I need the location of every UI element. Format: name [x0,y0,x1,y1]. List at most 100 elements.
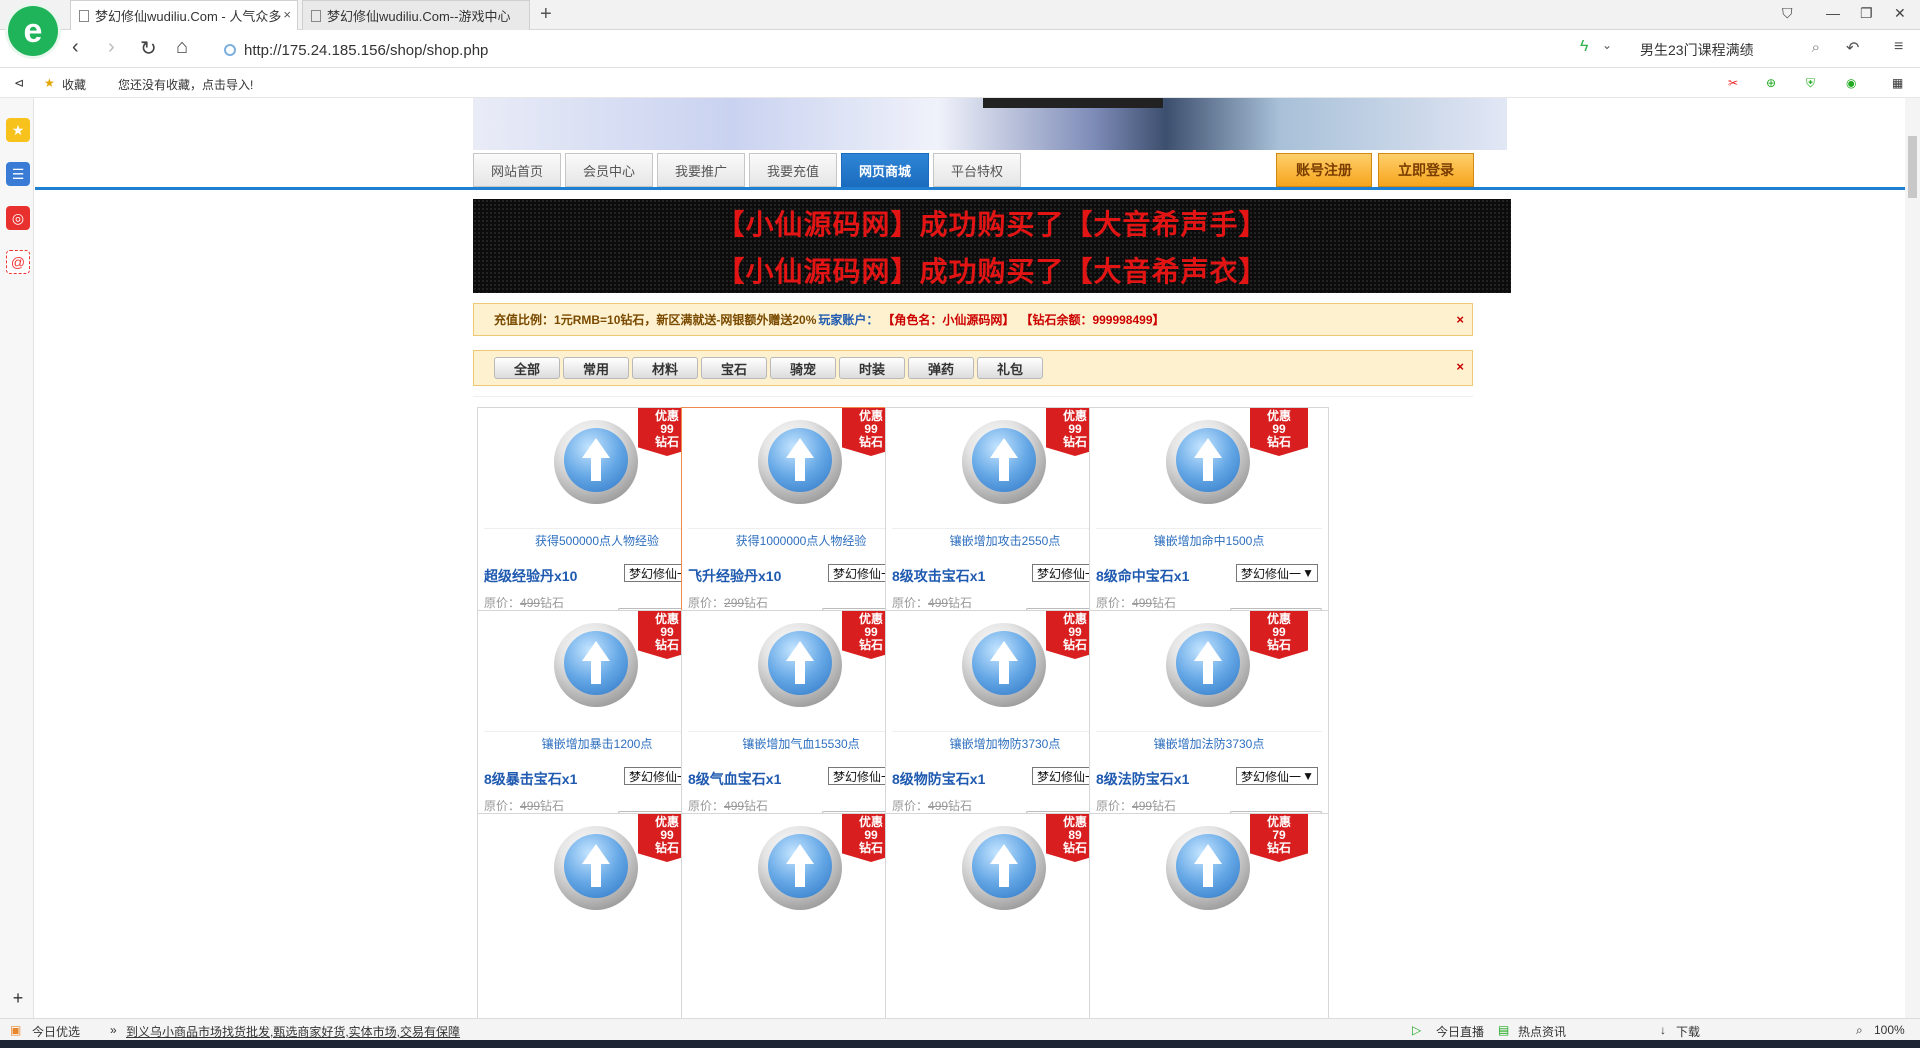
ribbon-line: 钻石 [1266,841,1291,855]
tab-bar: 梦幻修仙wudiliu.Com - 人气众多 × 梦幻修仙wudiliu.Com… [0,0,1920,30]
collapse-sidebar-icon[interactable]: ⊲ [14,76,24,90]
plus-square-icon[interactable]: ⊕ [1766,76,1776,90]
category-gem[interactable]: 宝石 [701,357,767,379]
server-select-value: 梦幻修仙一 [1037,769,1098,784]
product-desc: 获得1000000点人物经验 [688,528,914,548]
new-tab-button[interactable]: + [540,3,552,26]
status-bar: ▣ 今日优选 » 到义乌小商品市场找货批发,甄选商家好货,实体市场,交易有保障 … [0,1018,1920,1040]
nav-privilege[interactable]: 平台特权 [933,153,1021,187]
nav-member[interactable]: 会员中心 [565,153,653,187]
product-name[interactable]: 超级经验丹x10 [484,566,577,586]
scissors-icon[interactable]: ✂ [1728,76,1738,90]
register-button[interactable]: 账号注册 [1276,153,1372,187]
page-icon [311,9,321,22]
left-sidebar: ★ ☰ ◎ @ + [0,98,34,1018]
purchase-ticker: 【小仙源码网】成功购买了【大音希声手】 【小仙源码网】成功购买了【大音希声衣】 [473,199,1511,293]
orig-prefix: 原价： [484,799,521,813]
favorites-icon[interactable]: ★ [6,118,30,142]
arrow-up-icon [1166,623,1250,707]
ribbon-line: 钻石 [1266,638,1291,652]
product-card[interactable]: 优惠 79 钻石 [1089,813,1329,1018]
category-common[interactable]: 常用 [563,357,629,379]
product-name[interactable]: 8级气血宝石x1 [688,769,781,789]
tab-active[interactable]: 梦幻修仙wudiliu.Com - 人气众多 × [70,0,298,30]
category-gift[interactable]: 礼包 [977,357,1043,379]
category-material[interactable]: 材料 [632,357,698,379]
close-window-button[interactable]: ✕ [1894,5,1906,22]
menu-icon[interactable]: ≡ [1894,38,1903,56]
minimize-button[interactable]: — [1826,5,1840,21]
product-name[interactable]: 8级攻击宝石x1 [892,566,985,586]
weibo-icon[interactable]: ◎ [6,206,30,230]
chevron-down-icon[interactable]: ⌄ [1602,38,1612,52]
forward-button[interactable]: › [108,36,115,59]
news-icon[interactable]: ☰ [6,162,30,186]
diamond-balance: 【钻石余额：999998499】 [1020,313,1165,327]
product-card[interactable]: 优惠99钻石镶嵌增加法防3730点8级法防宝石x1梦幻修仙一▼原价：499钻石现… [1089,610,1329,840]
undo-icon[interactable]: ↶ [1846,38,1859,58]
close-icon[interactable]: × [1456,312,1464,327]
zoom-level[interactable]: 100% [1874,1023,1905,1037]
product-name[interactable]: 8级物防宝石x1 [892,769,985,789]
shield-icon[interactable]: ⛨ [1806,76,1815,91]
bookmarks-hint[interactable]: 您还没有收藏，点击导入! [118,76,253,93]
close-icon[interactable]: × [1456,359,1464,374]
home-button[interactable]: ⌂ [176,36,188,59]
live-link[interactable]: 今日直播 [1436,1023,1484,1040]
login-button[interactable]: 立即登录 [1378,153,1474,187]
product-name[interactable]: 8级法防宝石x1 [1096,769,1189,789]
category-all[interactable]: 全部 [494,357,560,379]
url-field[interactable]: http://175.24.185.156/shop/shop.php [224,38,1554,62]
product-name[interactable]: 8级暴击宝石x1 [484,769,577,789]
tab-inactive[interactable]: 梦幻修仙wudiliu.Com--游戏中心 [302,0,530,30]
ticker-line: 【小仙源码网】成功购买了【大音希声衣】 [716,254,1268,288]
orig-prefix: 原价： [484,596,521,610]
today-picks[interactable]: 今日优选 [32,1023,80,1040]
bookmarks-label[interactable]: 收藏 [62,76,86,93]
product-desc: 镶嵌增加气血15530点 [688,731,914,751]
orig-prefix: 原价： [688,596,725,610]
news-link[interactable]: 热点资讯 [1518,1023,1566,1040]
server-select-value: 梦幻修仙一 [1241,769,1302,784]
scrollbar-thumb[interactable] [1908,136,1917,198]
server-select[interactable]: 梦幻修仙一▼ [1236,564,1318,582]
category-ammo[interactable]: 弹药 [908,357,974,379]
orig-value: 299 [724,596,745,610]
product-name[interactable]: 飞升经验丹x10 [688,566,781,586]
add-icon[interactable]: + [6,986,30,1010]
orig-unit: 钻石 [1152,596,1177,610]
product-card[interactable]: 优惠99钻石镶嵌增加命中1500点8级命中宝石x1梦幻修仙一▼原价：499钻石现… [1089,407,1329,637]
shirt-icon[interactable]: ⛉ [1782,5,1793,22]
search-input[interactable]: 男生23门课程满绩 ⌕ [1640,38,1820,62]
reload-button[interactable]: ↻ [140,36,157,61]
nav-home[interactable]: 网站首页 [473,153,561,187]
ticker-line: 【小仙源码网】成功购买了【大音希声手】 [716,207,1268,241]
download-link[interactable]: 下载 [1676,1023,1700,1040]
server-select[interactable]: 梦幻修仙一▼ [1236,767,1318,785]
news-icon: ▤ [1498,1023,1510,1037]
search-icon[interactable]: ⌕ [1812,39,1820,56]
category-mount[interactable]: 骑宠 [770,357,836,379]
product-desc: 镶嵌增加命中1500点 [1096,528,1322,548]
mail-icon[interactable]: @ [6,250,30,274]
nav-divider [35,187,1905,190]
category-fashion[interactable]: 时装 [839,357,905,379]
url-text: http://175.24.185.156/shop/shop.php [244,41,489,59]
nav-promote[interactable]: 我要推广 [657,153,745,187]
nav-recharge[interactable]: 我要充值 [749,153,837,187]
ad-link[interactable]: 到义乌小商品市场找货批发,甄选商家好货,实体市场,交易有保障 [126,1023,460,1040]
product-name[interactable]: 8级命中宝石x1 [1096,566,1189,586]
star-icon: ★ [44,76,55,90]
nav-shop[interactable]: 网页商城 [841,153,929,187]
restore-button[interactable]: ❐ [1860,5,1873,22]
orig-prefix: 原价： [1096,596,1133,610]
close-tab-icon[interactable]: × [283,7,291,22]
lightning-icon[interactable]: ϟ [1580,38,1588,56]
gamepad-icon[interactable]: ◉ [1846,76,1856,90]
grid-icon[interactable]: ▦ [1892,76,1903,90]
back-button[interactable]: ‹ [72,36,79,59]
orig-unit: 钻石 [948,596,973,610]
orig-prefix: 原价： [892,596,929,610]
page-scrollbar[interactable] [1905,98,1920,1018]
orig-value: 499 [928,596,949,610]
